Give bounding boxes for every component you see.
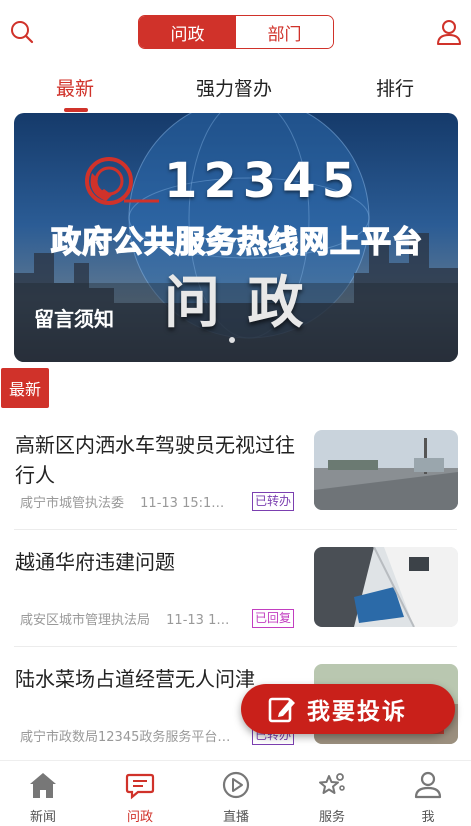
nav-wenzheng[interactable]: 问政 xyxy=(110,769,170,825)
tab-indicator xyxy=(64,108,88,112)
user-icon[interactable] xyxy=(433,16,465,48)
news-source: 咸宁市政数局12345政务服务平台… xyxy=(20,730,231,745)
segment-control: 问政 部门 xyxy=(138,15,334,49)
divider xyxy=(14,529,457,530)
banner-caption[interactable]: 留言须知 xyxy=(34,303,114,332)
complain-label: 我要投诉 xyxy=(307,699,407,725)
nav-label: 问政 xyxy=(126,810,153,825)
news-meta: 咸安区城市管理执法局 11-13 1… xyxy=(20,609,229,628)
news-thumbnail[interactable] xyxy=(314,430,458,510)
tab-supervision[interactable]: 强力督办 xyxy=(196,74,272,101)
top-bar: 问政 部门 xyxy=(0,0,471,64)
nav-live[interactable]: 直播 xyxy=(206,769,266,825)
person-icon xyxy=(412,769,444,800)
tab-latest[interactable]: 最新 xyxy=(56,74,94,101)
complain-button[interactable]: 我要投诉 xyxy=(241,684,455,734)
edit-icon xyxy=(267,694,297,724)
play-icon xyxy=(220,769,252,800)
status-badge: 已转办 xyxy=(252,492,295,511)
carousel-dot[interactable] xyxy=(229,337,235,343)
home-icon xyxy=(27,769,59,800)
segment-wenzheng[interactable]: 问政 xyxy=(139,16,236,48)
chat-icon xyxy=(124,769,156,800)
nav-label: 新闻 xyxy=(29,810,56,825)
news-source: 咸安区城市管理执法局 xyxy=(20,613,151,628)
news-title[interactable]: 高新区内洒水车驾驶员无视过往行人 xyxy=(15,430,295,490)
banner-big-text: 问 政 xyxy=(164,271,308,336)
banner-carousel[interactable]: 12345 政府公共服务热线网上平台 问 政 留言须知 xyxy=(14,113,458,362)
banner-number: 12345 xyxy=(164,153,361,209)
nav-service[interactable]: 服务 xyxy=(302,769,362,825)
news-meta: 咸宁市政数局12345政务服务平台… xyxy=(20,726,242,745)
news-meta: 咸宁市城管执法委 11-13 15:1… xyxy=(20,492,224,511)
tab-ranking[interactable]: 排行 xyxy=(376,74,414,101)
news-source: 咸宁市城管执法委 xyxy=(20,496,125,511)
bottom-nav: 新闻 问政 直播 服务 我 xyxy=(0,760,471,826)
nav-news[interactable]: 新闻 xyxy=(13,769,73,825)
banner-headline: 政府公共服务热线网上平台 xyxy=(50,224,423,261)
news-time: 11-13 1… xyxy=(166,613,230,628)
news-time: 11-13 15:1… xyxy=(140,496,225,511)
status-badge: 已回复 xyxy=(252,609,295,628)
latest-tag: 最新 xyxy=(1,368,49,408)
sub-tabs: 最新 强力督办 排行 xyxy=(0,64,471,112)
news-thumbnail[interactable] xyxy=(314,547,458,627)
star-icon xyxy=(316,769,348,800)
news-title[interactable]: 越通华府违建问题 xyxy=(15,547,295,577)
segment-bumen[interactable]: 部门 xyxy=(236,16,333,48)
divider xyxy=(14,646,457,647)
nav-label: 服务 xyxy=(318,810,345,825)
search-icon[interactable] xyxy=(6,16,38,48)
nav-label: 我 xyxy=(421,810,435,825)
nav-me[interactable]: 我 xyxy=(398,769,458,825)
nav-label: 直播 xyxy=(222,810,249,825)
